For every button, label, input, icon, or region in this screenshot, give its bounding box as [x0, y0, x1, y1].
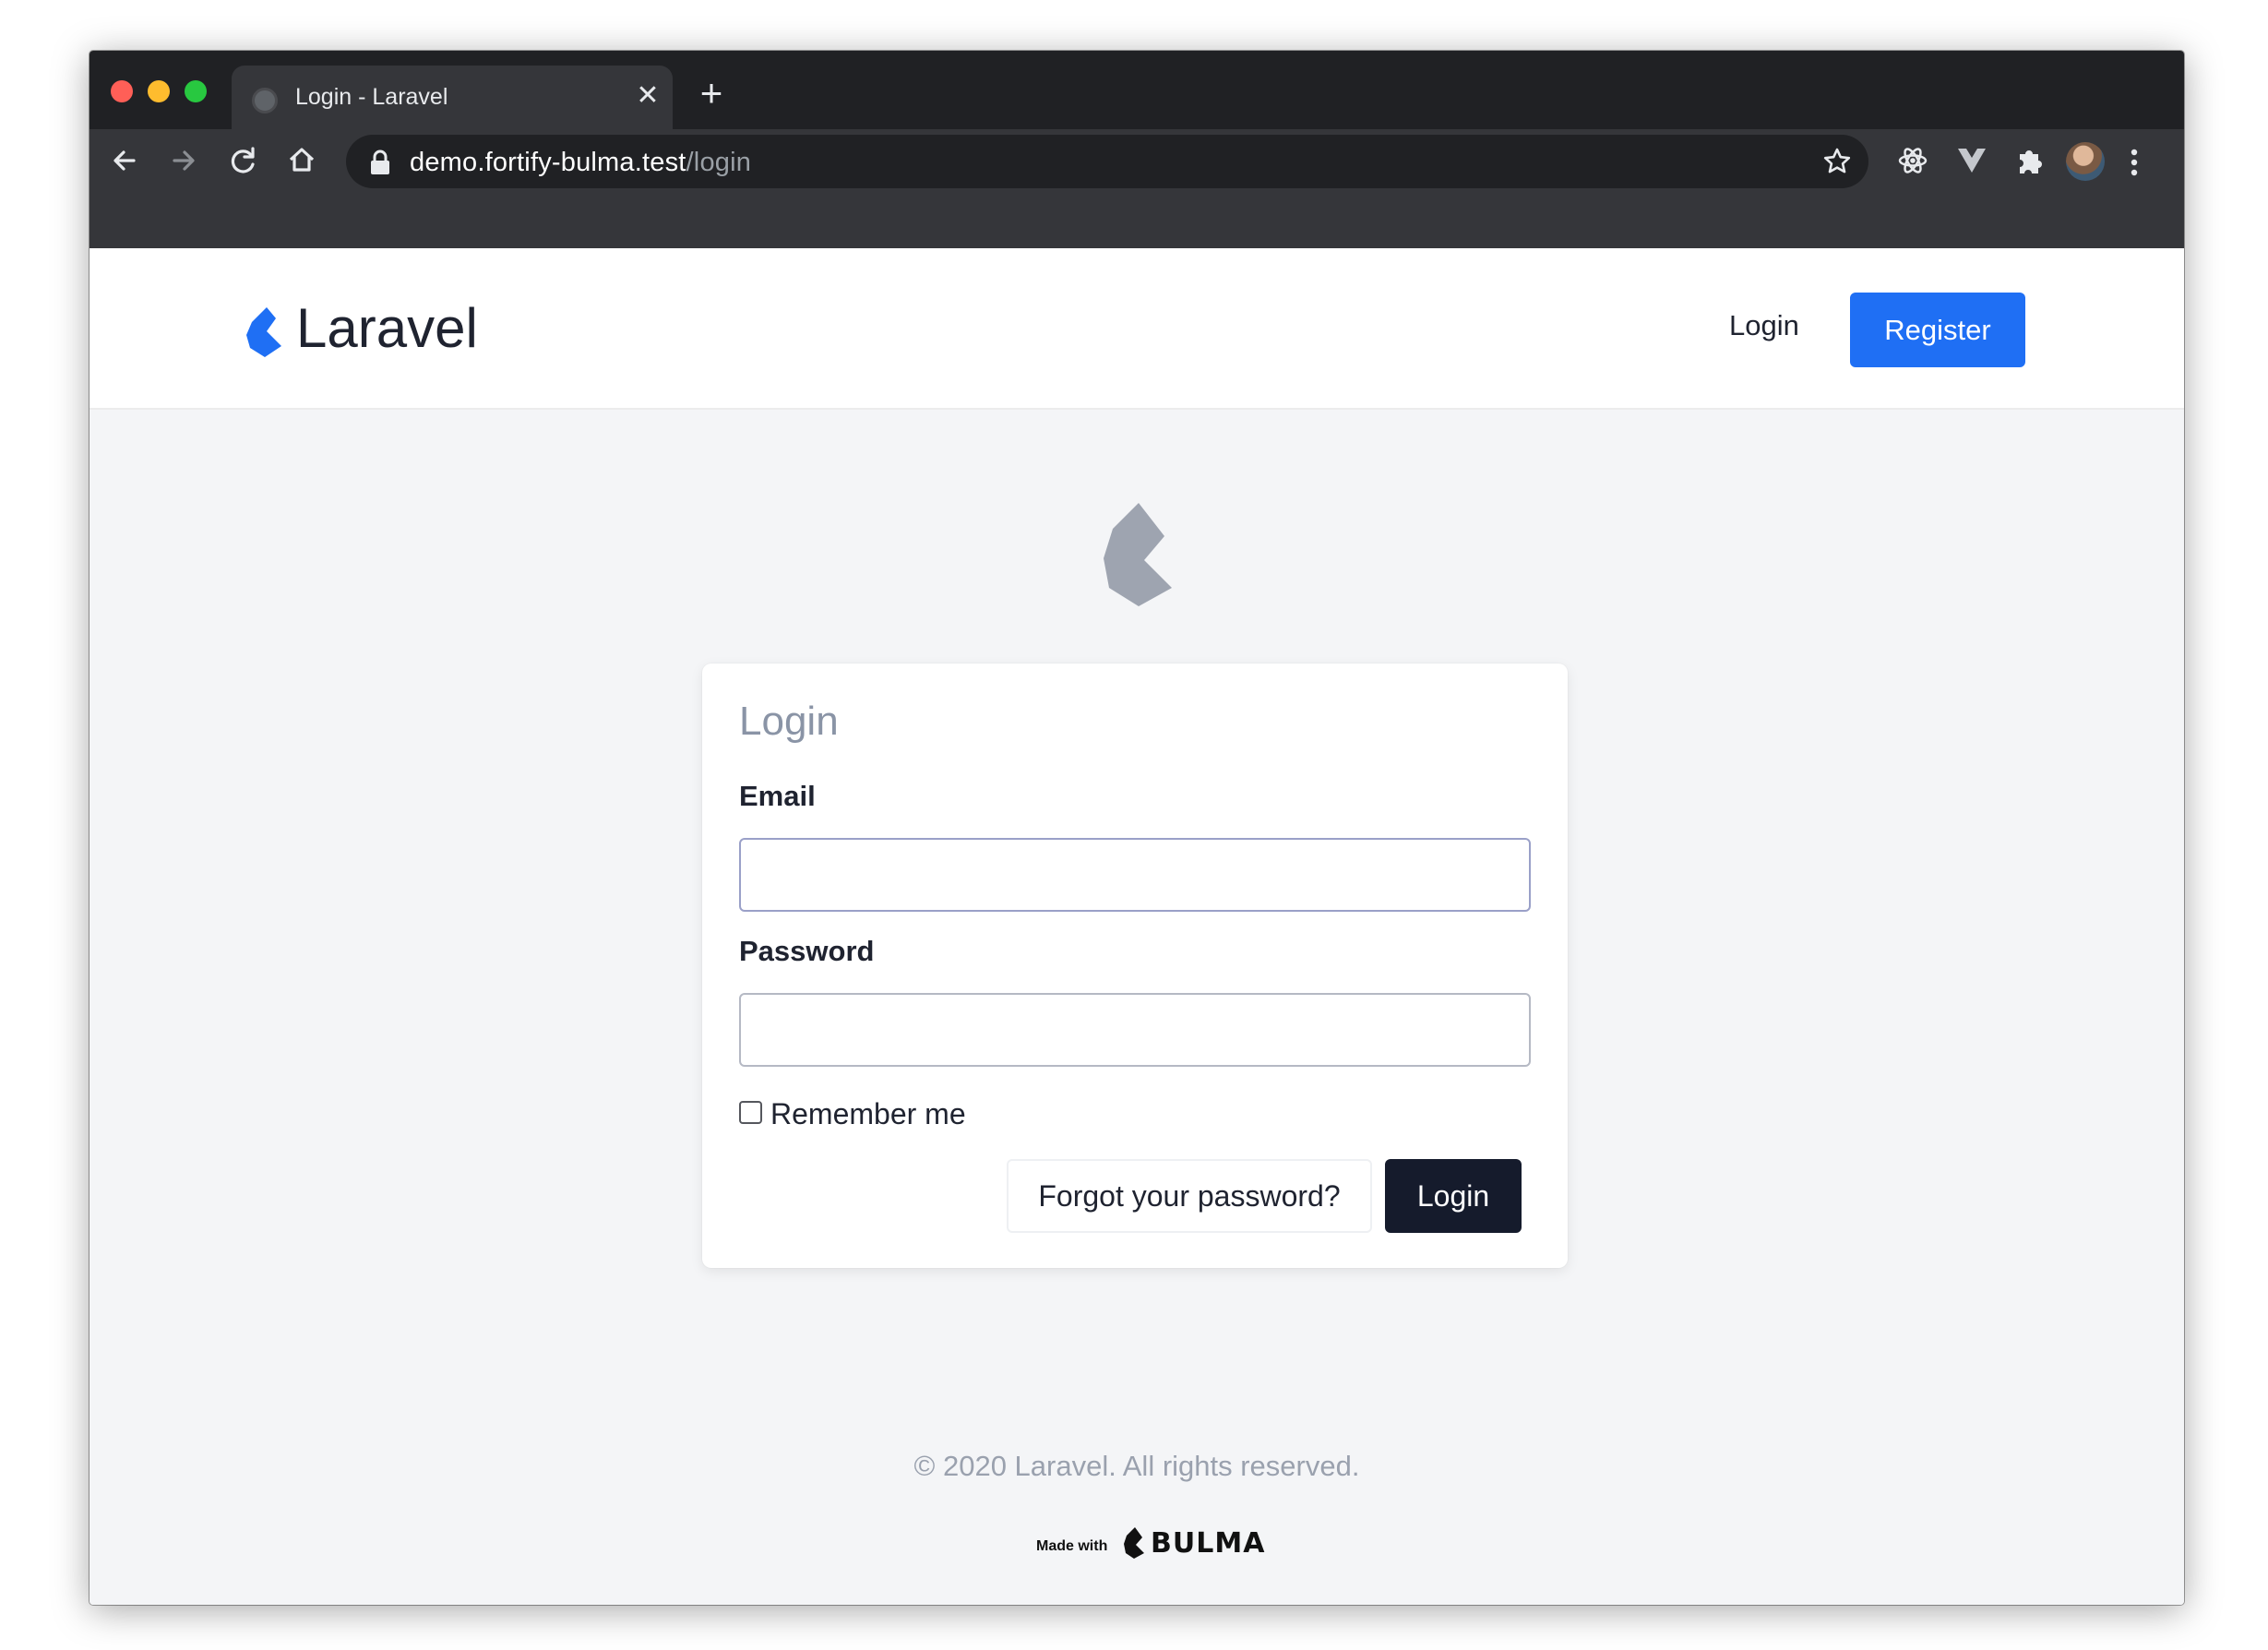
react-devtools-icon[interactable]	[1894, 142, 1931, 179]
bulma-wordmark: BULMA	[1151, 1527, 1266, 1560]
register-button[interactable]: Register	[1850, 293, 2025, 367]
extensions-icon[interactable]	[2011, 142, 2048, 179]
remember-me-label[interactable]: Remember me	[770, 1097, 966, 1131]
remember-me-checkbox[interactable]	[739, 1101, 762, 1124]
url-text[interactable]: demo.fortify-bulma.test/login	[410, 148, 751, 178]
new-tab-icon[interactable]: +	[693, 74, 730, 114]
email-label: Email	[739, 780, 816, 812]
globe-icon	[252, 88, 278, 114]
address-bar[interactable]: demo.fortify-bulma.test/login	[346, 135, 1868, 188]
forward-icon[interactable]	[165, 142, 202, 179]
star-icon[interactable]	[1822, 147, 1852, 176]
minimize-window-button[interactable]	[148, 80, 170, 102]
url-path: /login	[686, 148, 752, 177]
bulma-mark-icon	[1124, 1527, 1144, 1559]
password-field[interactable]	[739, 993, 1531, 1067]
browser-tab-active[interactable]: Login - Laravel ✕	[232, 66, 673, 129]
close-window-button[interactable]	[111, 80, 133, 102]
brand-name: Laravel	[296, 297, 478, 359]
browser-window: Login - Laravel ✕ + demo.fortify-bulma.t…	[90, 51, 2184, 1605]
menu-icon[interactable]	[2125, 144, 2143, 181]
maximize-window-button[interactable]	[185, 80, 207, 102]
card-title: Login	[739, 699, 839, 744]
forgot-password-button[interactable]: Forgot your password?	[1007, 1159, 1372, 1233]
footer-copyright: © 2020 Laravel. All rights reserved.	[913, 1450, 1360, 1482]
email-field[interactable]	[739, 838, 1531, 912]
bulma-logo-icon	[1104, 503, 1172, 606]
nav-login-link[interactable]: Login	[1729, 309, 1799, 342]
made-with-label: Made with	[1036, 1538, 1108, 1554]
login-submit-button[interactable]: Login	[1385, 1159, 1522, 1233]
url-host: demo.fortify-bulma.test	[410, 148, 686, 177]
browser-titlebar: Login - Laravel ✕ +	[90, 51, 2184, 129]
close-tab-icon[interactable]: ✕	[632, 80, 663, 112]
page-content: Laravel Login Register Login Email Passw…	[90, 248, 2184, 1605]
home-icon[interactable]	[283, 142, 320, 179]
password-label: Password	[739, 935, 875, 967]
browser-toolbar: demo.fortify-bulma.test/login	[90, 129, 2184, 248]
profile-avatar[interactable]	[2066, 142, 2105, 181]
laravel-logo-icon	[246, 307, 281, 357]
login-card: Login Email Password Remember me Forgot …	[702, 664, 1568, 1268]
site-navbar: Laravel Login Register	[90, 248, 2184, 410]
back-icon[interactable]	[106, 142, 143, 179]
vue-devtools-icon[interactable]	[1953, 142, 1990, 179]
reload-icon[interactable]	[224, 142, 261, 179]
lock-icon[interactable]	[368, 149, 392, 175]
tab-title: Login - Laravel	[295, 84, 448, 110]
